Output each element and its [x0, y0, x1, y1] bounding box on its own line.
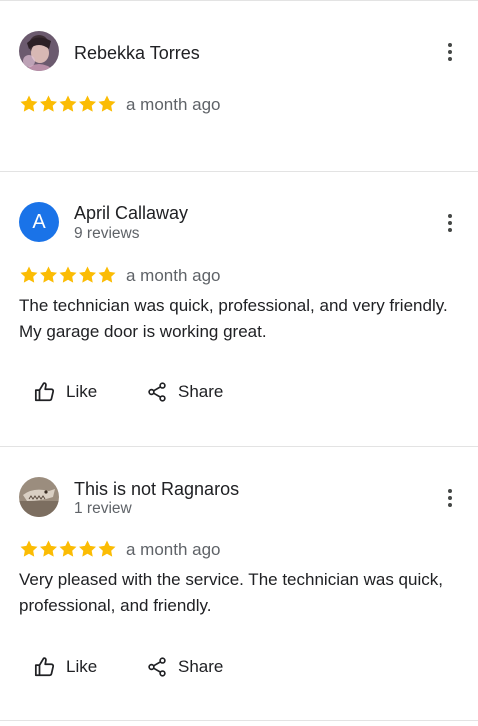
share-icon [148, 382, 166, 402]
review-date: a month ago [126, 540, 221, 559]
divider [0, 720, 478, 721]
share-label: Share [178, 382, 224, 401]
share-button[interactable]: Share [146, 376, 223, 408]
review-card: This is not Ragnaros 1 review a month ag… [0, 446, 478, 720]
author-name[interactable]: Rebekka Torres [74, 43, 200, 64]
star-icons [20, 266, 116, 283]
review-card: Rebekka Torres a month ago [0, 0, 478, 171]
more-vert-icon [448, 489, 452, 507]
review-date: a month ago [126, 95, 221, 114]
avatar[interactable]: A [19, 202, 59, 242]
thumb-up-icon [34, 657, 55, 677]
review-text: The technician was quick, professional, … [19, 296, 448, 341]
more-options-button[interactable] [438, 486, 462, 510]
like-button[interactable]: Like [34, 651, 97, 683]
avatar[interactable] [19, 31, 59, 71]
avatar-photo [19, 477, 59, 517]
thumb-up-icon [34, 382, 55, 402]
star-rating [19, 94, 117, 114]
avatar[interactable] [19, 477, 59, 517]
review-text: Very pleased with the service. The techn… [19, 570, 443, 615]
review-date: a month ago [126, 266, 221, 285]
star-rating [19, 539, 117, 559]
like-label: Like [66, 382, 98, 401]
more-options-button[interactable] [438, 40, 462, 64]
like-label: Like [66, 657, 98, 676]
more-vert-icon [448, 43, 452, 61]
author-name[interactable]: This is not Ragnaros [74, 479, 239, 500]
like-button[interactable]: Like [34, 376, 97, 408]
share-label: Share [178, 657, 224, 676]
author-name[interactable]: April Callaway [74, 203, 188, 224]
review-count: 9 reviews [74, 225, 140, 242]
more-options-button[interactable] [438, 211, 462, 235]
star-rating [19, 265, 117, 285]
review-count: 1 review [74, 500, 132, 517]
more-vert-icon [448, 214, 452, 232]
review-card: A April Callaway 9 reviews a month ago T… [0, 171, 478, 446]
share-icon [148, 657, 166, 677]
star-icons [20, 95, 116, 112]
star-icons [20, 540, 116, 557]
avatar-photo [19, 31, 59, 71]
share-button[interactable]: Share [146, 651, 223, 683]
